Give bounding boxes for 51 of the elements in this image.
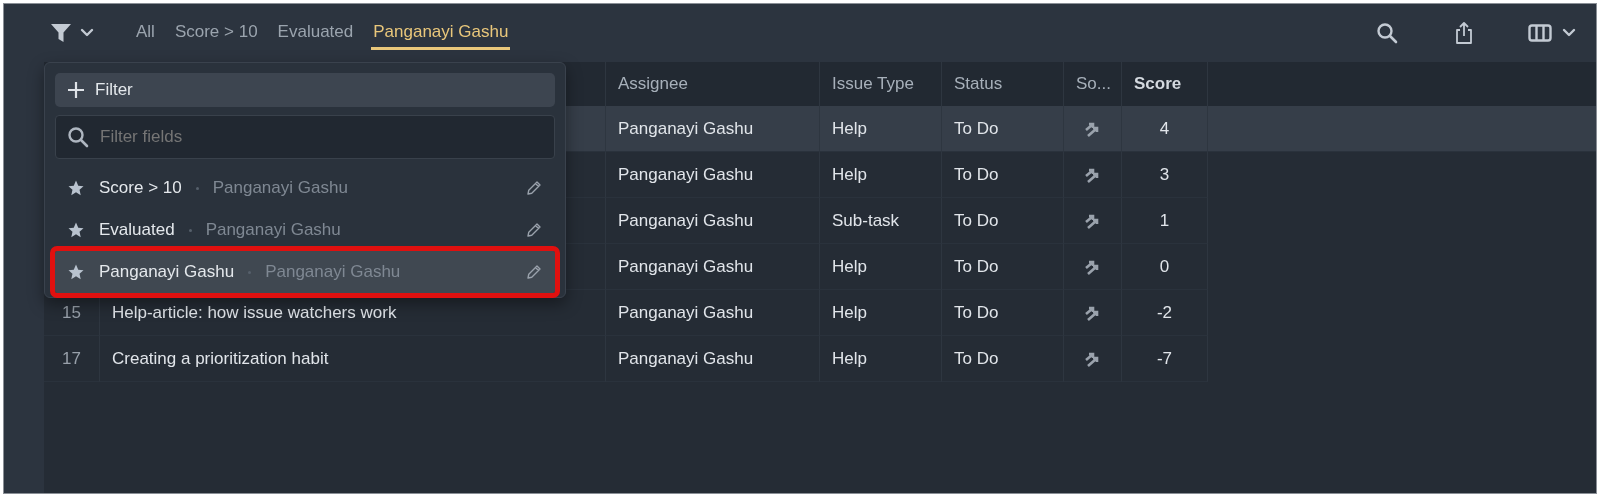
table-cell: Panganayi Gashu [618,256,754,277]
table-cell: To Do [954,118,999,139]
table-cell: Help [832,302,867,323]
table-cell: Help-article: how issue watchers work [112,302,397,323]
chevron-down-icon[interactable] [1562,28,1576,38]
row-number: 15 [62,302,81,323]
table-cell: Panganayi Gashu [618,348,754,369]
star-icon[interactable] [67,179,85,197]
table-cell: Help [832,256,867,277]
pencil-icon[interactable] [525,179,543,197]
table-cell: Help [832,348,867,369]
table-cell: To Do [954,164,999,185]
filter-tab[interactable]: All [134,16,157,50]
table-cell: Sub-task [832,210,900,231]
search-icon [67,126,89,148]
plus-icon [67,81,85,99]
table-row[interactable]: 17 Creating a prioritization habit Panganayi Gashu Help To Do -7 [44,336,1596,382]
table-cell: -2 [1156,302,1173,323]
table-cell: 4 [1159,118,1170,139]
table-cell: Panganayi Gashu [618,164,754,185]
add-filter-button[interactable]: Filter [55,73,555,107]
chevron-down-icon[interactable] [80,28,94,38]
row-number: 17 [62,348,81,369]
pencil-icon[interactable] [525,263,543,281]
table-cell: To Do [954,302,999,323]
table-cell: To Do [954,210,999,231]
table-cell: To Do [954,348,999,369]
table-cell: 1 [1159,210,1170,231]
table-cell: 0 [1159,256,1170,277]
table-cell: Creating a prioritization habit [112,348,329,369]
star-icon[interactable] [67,221,85,239]
filter-tab[interactable]: Panganayi Gashu [371,16,511,50]
table-cell: Panganayi Gashu [618,302,754,323]
share-icon[interactable] [1454,21,1474,45]
table-cell: -7 [1156,348,1173,369]
star-icon[interactable] [67,263,85,281]
table-cell: Panganayi Gashu [618,210,754,231]
table-cell: Panganayi Gashu [618,118,754,139]
saved-filter-item[interactable]: Score > 10 Panganayi Gashu [55,167,555,209]
table-cell: Help [832,118,867,139]
saved-filter-item[interactable]: Evaluated Panganayi Gashu [55,209,555,251]
table-cell: Help [832,164,867,185]
table-cell: To Do [954,256,999,277]
filter-tab[interactable]: Evaluated [275,16,356,50]
table-cell: 3 [1159,164,1170,185]
filter-tab[interactable]: Score > 10 [172,16,260,50]
filter-icon[interactable] [50,23,72,43]
columns-icon[interactable] [1528,24,1552,42]
search-field[interactable]: Filter fields [55,115,555,159]
pencil-icon[interactable] [525,221,543,239]
search-icon[interactable] [1376,22,1398,44]
